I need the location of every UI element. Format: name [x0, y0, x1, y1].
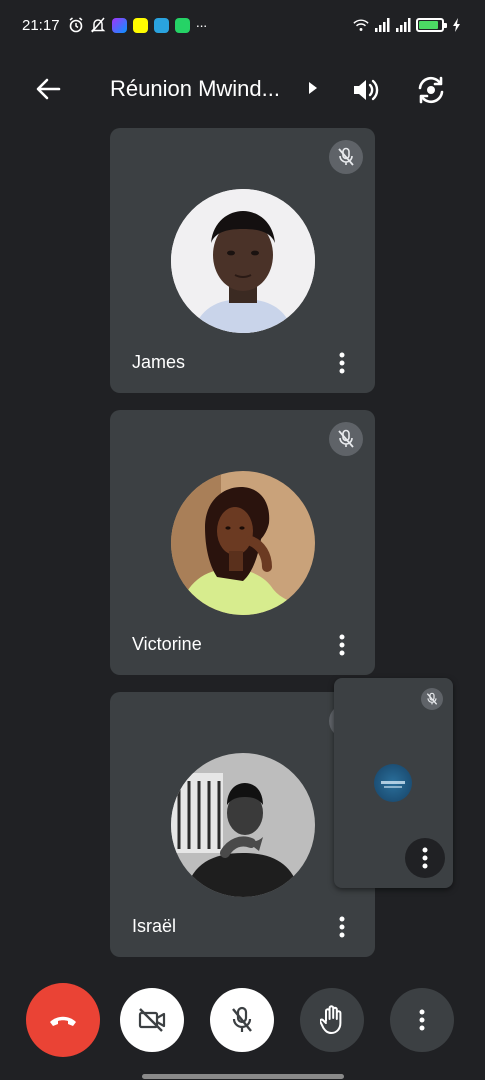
- telegram-icon: [153, 17, 169, 33]
- participant-tile[interactable]: Victorine: [110, 410, 375, 675]
- self-preview-tile[interactable]: [334, 678, 453, 888]
- camera-toggle-button[interactable]: [120, 988, 184, 1052]
- status-bar: 21:17 ···: [0, 0, 485, 50]
- avatar: [171, 753, 315, 897]
- participant-name: Victorine: [132, 634, 202, 654]
- more-vert-icon: [419, 1009, 425, 1031]
- participant-name: Israël: [132, 916, 177, 936]
- self-more-button[interactable]: [405, 838, 445, 878]
- chevron-right-icon[interactable]: [306, 80, 320, 96]
- meeting-header: Réunion Mwind...: [0, 60, 485, 118]
- more-vert-icon: [339, 634, 345, 656]
- camera-off-icon: [138, 1008, 166, 1032]
- raise-hand-button[interactable]: [300, 988, 364, 1052]
- messenger-icon: [111, 17, 127, 33]
- muted-indicator: [329, 422, 363, 456]
- mic-off-icon: [338, 429, 354, 448]
- more-vert-icon: [339, 352, 345, 374]
- muted-indicator: [329, 140, 363, 174]
- more-vert-icon: [339, 916, 345, 938]
- self-avatar: [374, 764, 412, 802]
- end-call-button[interactable]: [26, 983, 100, 1057]
- hand-icon: [320, 1005, 342, 1034]
- arrow-back-icon: [36, 78, 61, 100]
- battery-icon: [416, 18, 447, 32]
- avatar: [171, 471, 315, 615]
- mic-toggle-button[interactable]: [210, 988, 274, 1052]
- status-time: 21:17: [22, 16, 60, 34]
- back-button[interactable]: [30, 74, 66, 104]
- participant-more-button[interactable]: [327, 348, 357, 378]
- meeting-title[interactable]: Réunion Mwind...: [110, 76, 280, 102]
- end-call-icon: [50, 1016, 76, 1026]
- wifi-icon: [353, 17, 369, 33]
- more-notifications-icon: ···: [195, 17, 208, 33]
- signal-2-icon: [395, 17, 411, 33]
- switch-camera-button[interactable]: [413, 72, 449, 108]
- speaker-icon: [354, 79, 379, 101]
- participant-name: James: [132, 352, 186, 372]
- call-control-bar: [0, 960, 485, 1080]
- status-left: 21:17 ···: [22, 16, 208, 34]
- charging-icon: [449, 17, 465, 33]
- snapchat-icon: [132, 17, 148, 33]
- speaker-button[interactable]: [349, 73, 383, 107]
- switch-camera-icon: [418, 76, 444, 104]
- status-right: [353, 17, 465, 33]
- battery-fill: [419, 21, 438, 29]
- mic-off-icon: [426, 692, 438, 705]
- silent-icon: [90, 17, 106, 33]
- more-vert-icon: [422, 847, 428, 869]
- muted-indicator: [421, 688, 443, 710]
- alarm-icon: [68, 17, 84, 33]
- mic-off-icon: [232, 1006, 252, 1032]
- home-indicator[interactable]: [142, 1074, 344, 1079]
- more-options-button[interactable]: [390, 988, 454, 1052]
- avatar: [171, 189, 315, 333]
- whatsapp-icon: [174, 17, 190, 33]
- mic-off-icon: [338, 147, 354, 166]
- participant-more-button[interactable]: [327, 630, 357, 660]
- participant-more-button[interactable]: [327, 912, 357, 942]
- participant-tile[interactable]: James: [110, 128, 375, 393]
- signal-icon: [374, 17, 390, 33]
